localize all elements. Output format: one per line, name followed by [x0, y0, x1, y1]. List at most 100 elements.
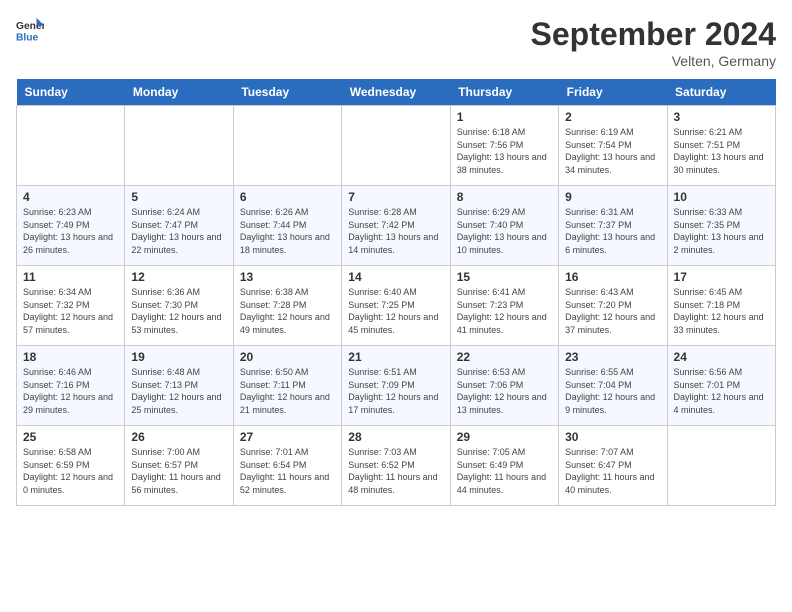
day-number: 13	[240, 270, 335, 284]
sunrise-text: Sunrise: 6:45 AM	[674, 287, 743, 297]
logo: General Blue	[16, 16, 44, 44]
week-row-1: 1 Sunrise: 6:18 AM Sunset: 7:56 PM Dayli…	[17, 106, 776, 186]
sunrise-text: Sunrise: 6:41 AM	[457, 287, 526, 297]
day-info: Sunrise: 6:38 AM Sunset: 7:28 PM Dayligh…	[240, 286, 335, 336]
day-number: 21	[348, 350, 443, 364]
daylight-text: Daylight: 12 hours and 53 minutes.	[131, 312, 221, 335]
daylight-text: Daylight: 11 hours and 56 minutes.	[131, 472, 220, 495]
day-info: Sunrise: 6:50 AM Sunset: 7:11 PM Dayligh…	[240, 366, 335, 416]
header: General Blue September 2024 Velten, Germ…	[16, 16, 776, 69]
day-info: Sunrise: 6:53 AM Sunset: 7:06 PM Dayligh…	[457, 366, 552, 416]
day-number: 6	[240, 190, 335, 204]
day-number: 4	[23, 190, 118, 204]
daylight-text: Daylight: 12 hours and 25 minutes.	[131, 392, 221, 415]
sunrise-text: Sunrise: 6:55 AM	[565, 367, 634, 377]
daylight-text: Daylight: 12 hours and 33 minutes.	[674, 312, 764, 335]
daylight-text: Daylight: 13 hours and 14 minutes.	[348, 232, 438, 255]
calendar-cell: 5 Sunrise: 6:24 AM Sunset: 7:47 PM Dayli…	[125, 186, 233, 266]
calendar-cell: 22 Sunrise: 6:53 AM Sunset: 7:06 PM Dayl…	[450, 346, 558, 426]
day-info: Sunrise: 6:48 AM Sunset: 7:13 PM Dayligh…	[131, 366, 226, 416]
day-info: Sunrise: 6:58 AM Sunset: 6:59 PM Dayligh…	[23, 446, 118, 496]
calendar-subtitle: Velten, Germany	[531, 53, 776, 69]
day-number: 24	[674, 350, 769, 364]
day-info: Sunrise: 7:03 AM Sunset: 6:52 PM Dayligh…	[348, 446, 443, 496]
sunrise-text: Sunrise: 6:34 AM	[23, 287, 92, 297]
day-number: 28	[348, 430, 443, 444]
calendar-cell: 7 Sunrise: 6:28 AM Sunset: 7:42 PM Dayli…	[342, 186, 450, 266]
svg-text:Blue: Blue	[16, 32, 39, 43]
daylight-text: Daylight: 11 hours and 40 minutes.	[565, 472, 654, 495]
sunrise-text: Sunrise: 6:26 AM	[240, 207, 309, 217]
sunset-text: Sunset: 7:47 PM	[131, 220, 198, 230]
calendar-cell: 15 Sunrise: 6:41 AM Sunset: 7:23 PM Dayl…	[450, 266, 558, 346]
daylight-text: Daylight: 12 hours and 37 minutes.	[565, 312, 655, 335]
day-number: 16	[565, 270, 660, 284]
sunset-text: Sunset: 6:47 PM	[565, 460, 632, 470]
daylight-text: Daylight: 13 hours and 6 minutes.	[565, 232, 655, 255]
sunset-text: Sunset: 7:54 PM	[565, 140, 632, 150]
day-info: Sunrise: 6:40 AM Sunset: 7:25 PM Dayligh…	[348, 286, 443, 336]
calendar-cell: 13 Sunrise: 6:38 AM Sunset: 7:28 PM Dayl…	[233, 266, 341, 346]
day-number: 5	[131, 190, 226, 204]
daylight-text: Daylight: 12 hours and 17 minutes.	[348, 392, 438, 415]
sunset-text: Sunset: 7:01 PM	[674, 380, 741, 390]
day-number: 29	[457, 430, 552, 444]
col-wednesday: Wednesday	[342, 79, 450, 106]
sunset-text: Sunset: 7:30 PM	[131, 300, 198, 310]
header-row: Sunday Monday Tuesday Wednesday Thursday…	[17, 79, 776, 106]
calendar-cell: 17 Sunrise: 6:45 AM Sunset: 7:18 PM Dayl…	[667, 266, 775, 346]
daylight-text: Daylight: 11 hours and 52 minutes.	[240, 472, 329, 495]
sunset-text: Sunset: 7:44 PM	[240, 220, 307, 230]
sunset-text: Sunset: 7:37 PM	[565, 220, 632, 230]
calendar-cell	[342, 106, 450, 186]
daylight-text: Daylight: 13 hours and 18 minutes.	[240, 232, 330, 255]
col-sunday: Sunday	[17, 79, 125, 106]
sunrise-text: Sunrise: 6:43 AM	[565, 287, 634, 297]
day-number: 30	[565, 430, 660, 444]
sunrise-text: Sunrise: 6:24 AM	[131, 207, 200, 217]
calendar-cell: 3 Sunrise: 6:21 AM Sunset: 7:51 PM Dayli…	[667, 106, 775, 186]
sunrise-text: Sunrise: 6:46 AM	[23, 367, 92, 377]
calendar-cell: 8 Sunrise: 6:29 AM Sunset: 7:40 PM Dayli…	[450, 186, 558, 266]
calendar-cell: 1 Sunrise: 6:18 AM Sunset: 7:56 PM Dayli…	[450, 106, 558, 186]
col-tuesday: Tuesday	[233, 79, 341, 106]
sunrise-text: Sunrise: 6:18 AM	[457, 127, 526, 137]
day-info: Sunrise: 6:31 AM Sunset: 7:37 PM Dayligh…	[565, 206, 660, 256]
title-area: September 2024 Velten, Germany	[531, 16, 776, 69]
daylight-text: Daylight: 13 hours and 34 minutes.	[565, 152, 655, 175]
sunset-text: Sunset: 7:49 PM	[23, 220, 90, 230]
day-info: Sunrise: 6:18 AM Sunset: 7:56 PM Dayligh…	[457, 126, 552, 176]
sunset-text: Sunset: 6:52 PM	[348, 460, 415, 470]
col-saturday: Saturday	[667, 79, 775, 106]
day-number: 26	[131, 430, 226, 444]
calendar-cell: 14 Sunrise: 6:40 AM Sunset: 7:25 PM Dayl…	[342, 266, 450, 346]
sunrise-text: Sunrise: 6:38 AM	[240, 287, 309, 297]
calendar-cell: 12 Sunrise: 6:36 AM Sunset: 7:30 PM Dayl…	[125, 266, 233, 346]
daylight-text: Daylight: 12 hours and 4 minutes.	[674, 392, 764, 415]
day-number: 8	[457, 190, 552, 204]
day-info: Sunrise: 6:34 AM Sunset: 7:32 PM Dayligh…	[23, 286, 118, 336]
sunset-text: Sunset: 7:23 PM	[457, 300, 524, 310]
sunrise-text: Sunrise: 6:19 AM	[565, 127, 634, 137]
day-number: 2	[565, 110, 660, 124]
day-number: 9	[565, 190, 660, 204]
col-friday: Friday	[559, 79, 667, 106]
sunrise-text: Sunrise: 6:36 AM	[131, 287, 200, 297]
calendar-cell: 9 Sunrise: 6:31 AM Sunset: 7:37 PM Dayli…	[559, 186, 667, 266]
daylight-text: Daylight: 13 hours and 22 minutes.	[131, 232, 221, 255]
sunset-text: Sunset: 7:13 PM	[131, 380, 198, 390]
day-number: 1	[457, 110, 552, 124]
daylight-text: Daylight: 12 hours and 21 minutes.	[240, 392, 330, 415]
day-number: 14	[348, 270, 443, 284]
day-number: 25	[23, 430, 118, 444]
week-row-3: 11 Sunrise: 6:34 AM Sunset: 7:32 PM Dayl…	[17, 266, 776, 346]
sunset-text: Sunset: 6:57 PM	[131, 460, 198, 470]
day-info: Sunrise: 6:46 AM Sunset: 7:16 PM Dayligh…	[23, 366, 118, 416]
day-number: 19	[131, 350, 226, 364]
calendar-table: Sunday Monday Tuesday Wednesday Thursday…	[16, 79, 776, 506]
sunset-text: Sunset: 7:09 PM	[348, 380, 415, 390]
sunset-text: Sunset: 7:32 PM	[23, 300, 90, 310]
daylight-text: Daylight: 13 hours and 38 minutes.	[457, 152, 547, 175]
daylight-text: Daylight: 13 hours and 10 minutes.	[457, 232, 547, 255]
calendar-cell: 28 Sunrise: 7:03 AM Sunset: 6:52 PM Dayl…	[342, 426, 450, 506]
